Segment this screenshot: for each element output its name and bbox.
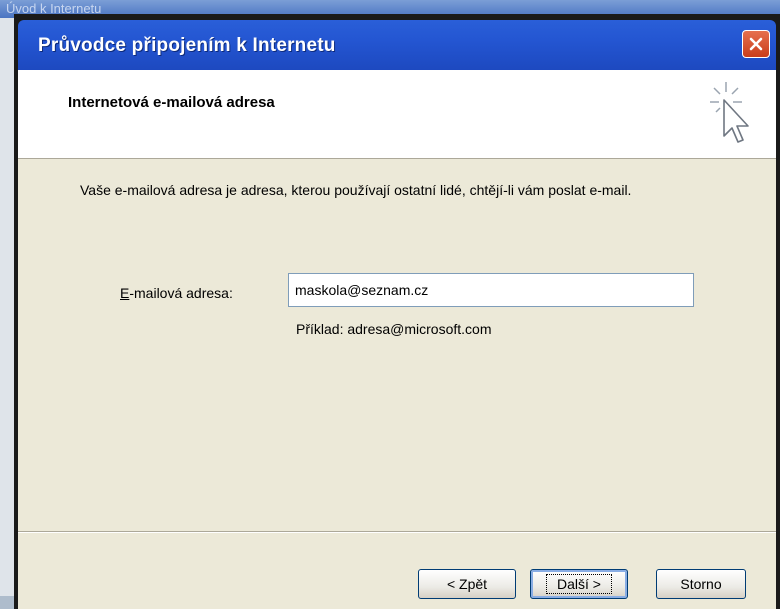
page-title: Internetová e-mailová adresa [68, 94, 275, 111]
cancel-button-label: Storno [680, 576, 722, 592]
email-label: E-mailová adresa: [120, 285, 233, 301]
wizard-header: Internetová e-mailová adresa [18, 70, 776, 159]
footer-divider [18, 531, 776, 533]
back-button[interactable]: < Zpět [418, 569, 516, 599]
next-button[interactable]: Další > [530, 569, 628, 599]
back-button-label: < Zpět [446, 576, 488, 592]
email-label-accelerator: E [120, 285, 130, 301]
example-text: Příklad: adresa@microsoft.com [296, 321, 492, 337]
close-button[interactable] [742, 30, 770, 58]
dialog-titlebar[interactable]: Průvodce připojením k Internetu [18, 20, 776, 70]
dialog-title: Průvodce připojením k Internetu [38, 35, 336, 56]
intro-text: Vaše e-mailová adresa je adresa, kterou … [80, 182, 632, 198]
background-left-strip [0, 18, 15, 609]
email-field[interactable] [288, 273, 694, 307]
email-label-text: -mailová adresa: [129, 285, 233, 301]
wizard-cursor-icon [710, 82, 749, 143]
cancel-button[interactable]: Storno [656, 569, 746, 599]
next-button-label: Další > [546, 574, 612, 594]
close-icon [749, 37, 763, 51]
wizard-body: Vaše e-mailová adresa je adresa, kterou … [18, 159, 776, 609]
wizard-dialog: Průvodce připojením k Internetu Internet… [14, 14, 780, 609]
